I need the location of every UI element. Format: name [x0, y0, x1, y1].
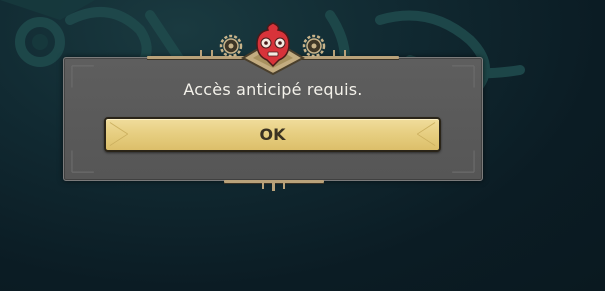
gear-icon	[302, 34, 326, 58]
gear-icon	[219, 34, 243, 58]
dialog-message: Accès anticipé requis.	[183, 80, 363, 99]
dialog-top-ornament	[147, 22, 399, 76]
dialog-bottom-ornament	[224, 180, 324, 191]
ok-button-label: OK	[259, 125, 286, 144]
ok-button[interactable]: OK	[104, 117, 441, 152]
game-scene: Accès anticipé requis. OK	[0, 0, 605, 291]
